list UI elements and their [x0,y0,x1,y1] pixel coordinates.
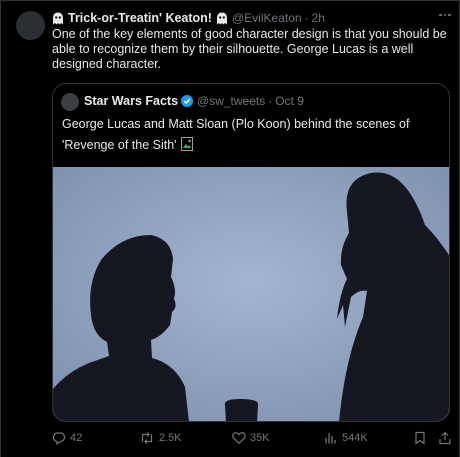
divider-top [0,0,460,1]
separator: · [268,94,273,108]
share-icon [439,431,451,445]
quote-display-name: Star Wars Facts [84,94,179,108]
repost-count: 2.5K [159,432,182,444]
reply-button[interactable]: 42 [52,430,82,446]
reply-count: 42 [70,432,83,444]
tweet-header: Trick-or-Treatin' Keaton! @EvilKeaton · … [52,10,325,26]
like-count: 35K [250,432,270,444]
reply-icon [52,432,66,445]
ghost-icon [216,12,228,25]
quote-header: Star Wars Facts @sw_tweets · Oct 9 [84,94,304,108]
views-button[interactable]: 544K [324,430,368,446]
bookmark-icon [415,431,425,445]
display-name[interactable]: Trick-or-Treatin' Keaton! [68,11,212,25]
separator: · [304,11,309,25]
quote-photo[interactable] [53,167,449,421]
tweet[interactable]: Trick-or-Treatin' Keaton! @EvilKeaton · … [0,0,460,457]
like-button[interactable]: 35K [232,430,270,446]
quote-handle: @sw_tweets [197,94,266,108]
tweet-text: One of the key elements of good characte… [52,27,447,71]
ghost-icon [52,12,64,25]
handle[interactable]: @EvilKeaton [232,11,302,25]
broken-image-icon [180,137,193,151]
views-icon [325,433,336,444]
quote-timestamp: Oct 9 [275,94,304,108]
quote-avatar [61,93,79,111]
repost-icon [141,432,153,444]
divider-left [0,0,1,457]
more-icon[interactable] [436,8,454,22]
repost-button[interactable]: 2.5K [139,430,182,446]
like-icon [232,432,246,445]
cup-silhouette [224,399,259,421]
quote-text-wrap: George Lucas and Matt Sloan (Plo Koon) b… [62,114,442,156]
timestamp[interactable]: 2h [312,11,325,25]
verified-icon [181,95,194,107]
share-button[interactable] [438,430,452,446]
action-bar: 42 2.5K 35K 544K [52,430,452,446]
avatar[interactable] [16,11,45,40]
quoted-tweet[interactable]: Star Wars Facts @sw_tweets · Oct 9 Georg… [52,83,450,422]
views-count: 544K [342,432,368,444]
bookmark-button[interactable] [414,430,426,446]
quote-text: George Lucas and Matt Sloan (Plo Koon) b… [62,117,410,152]
